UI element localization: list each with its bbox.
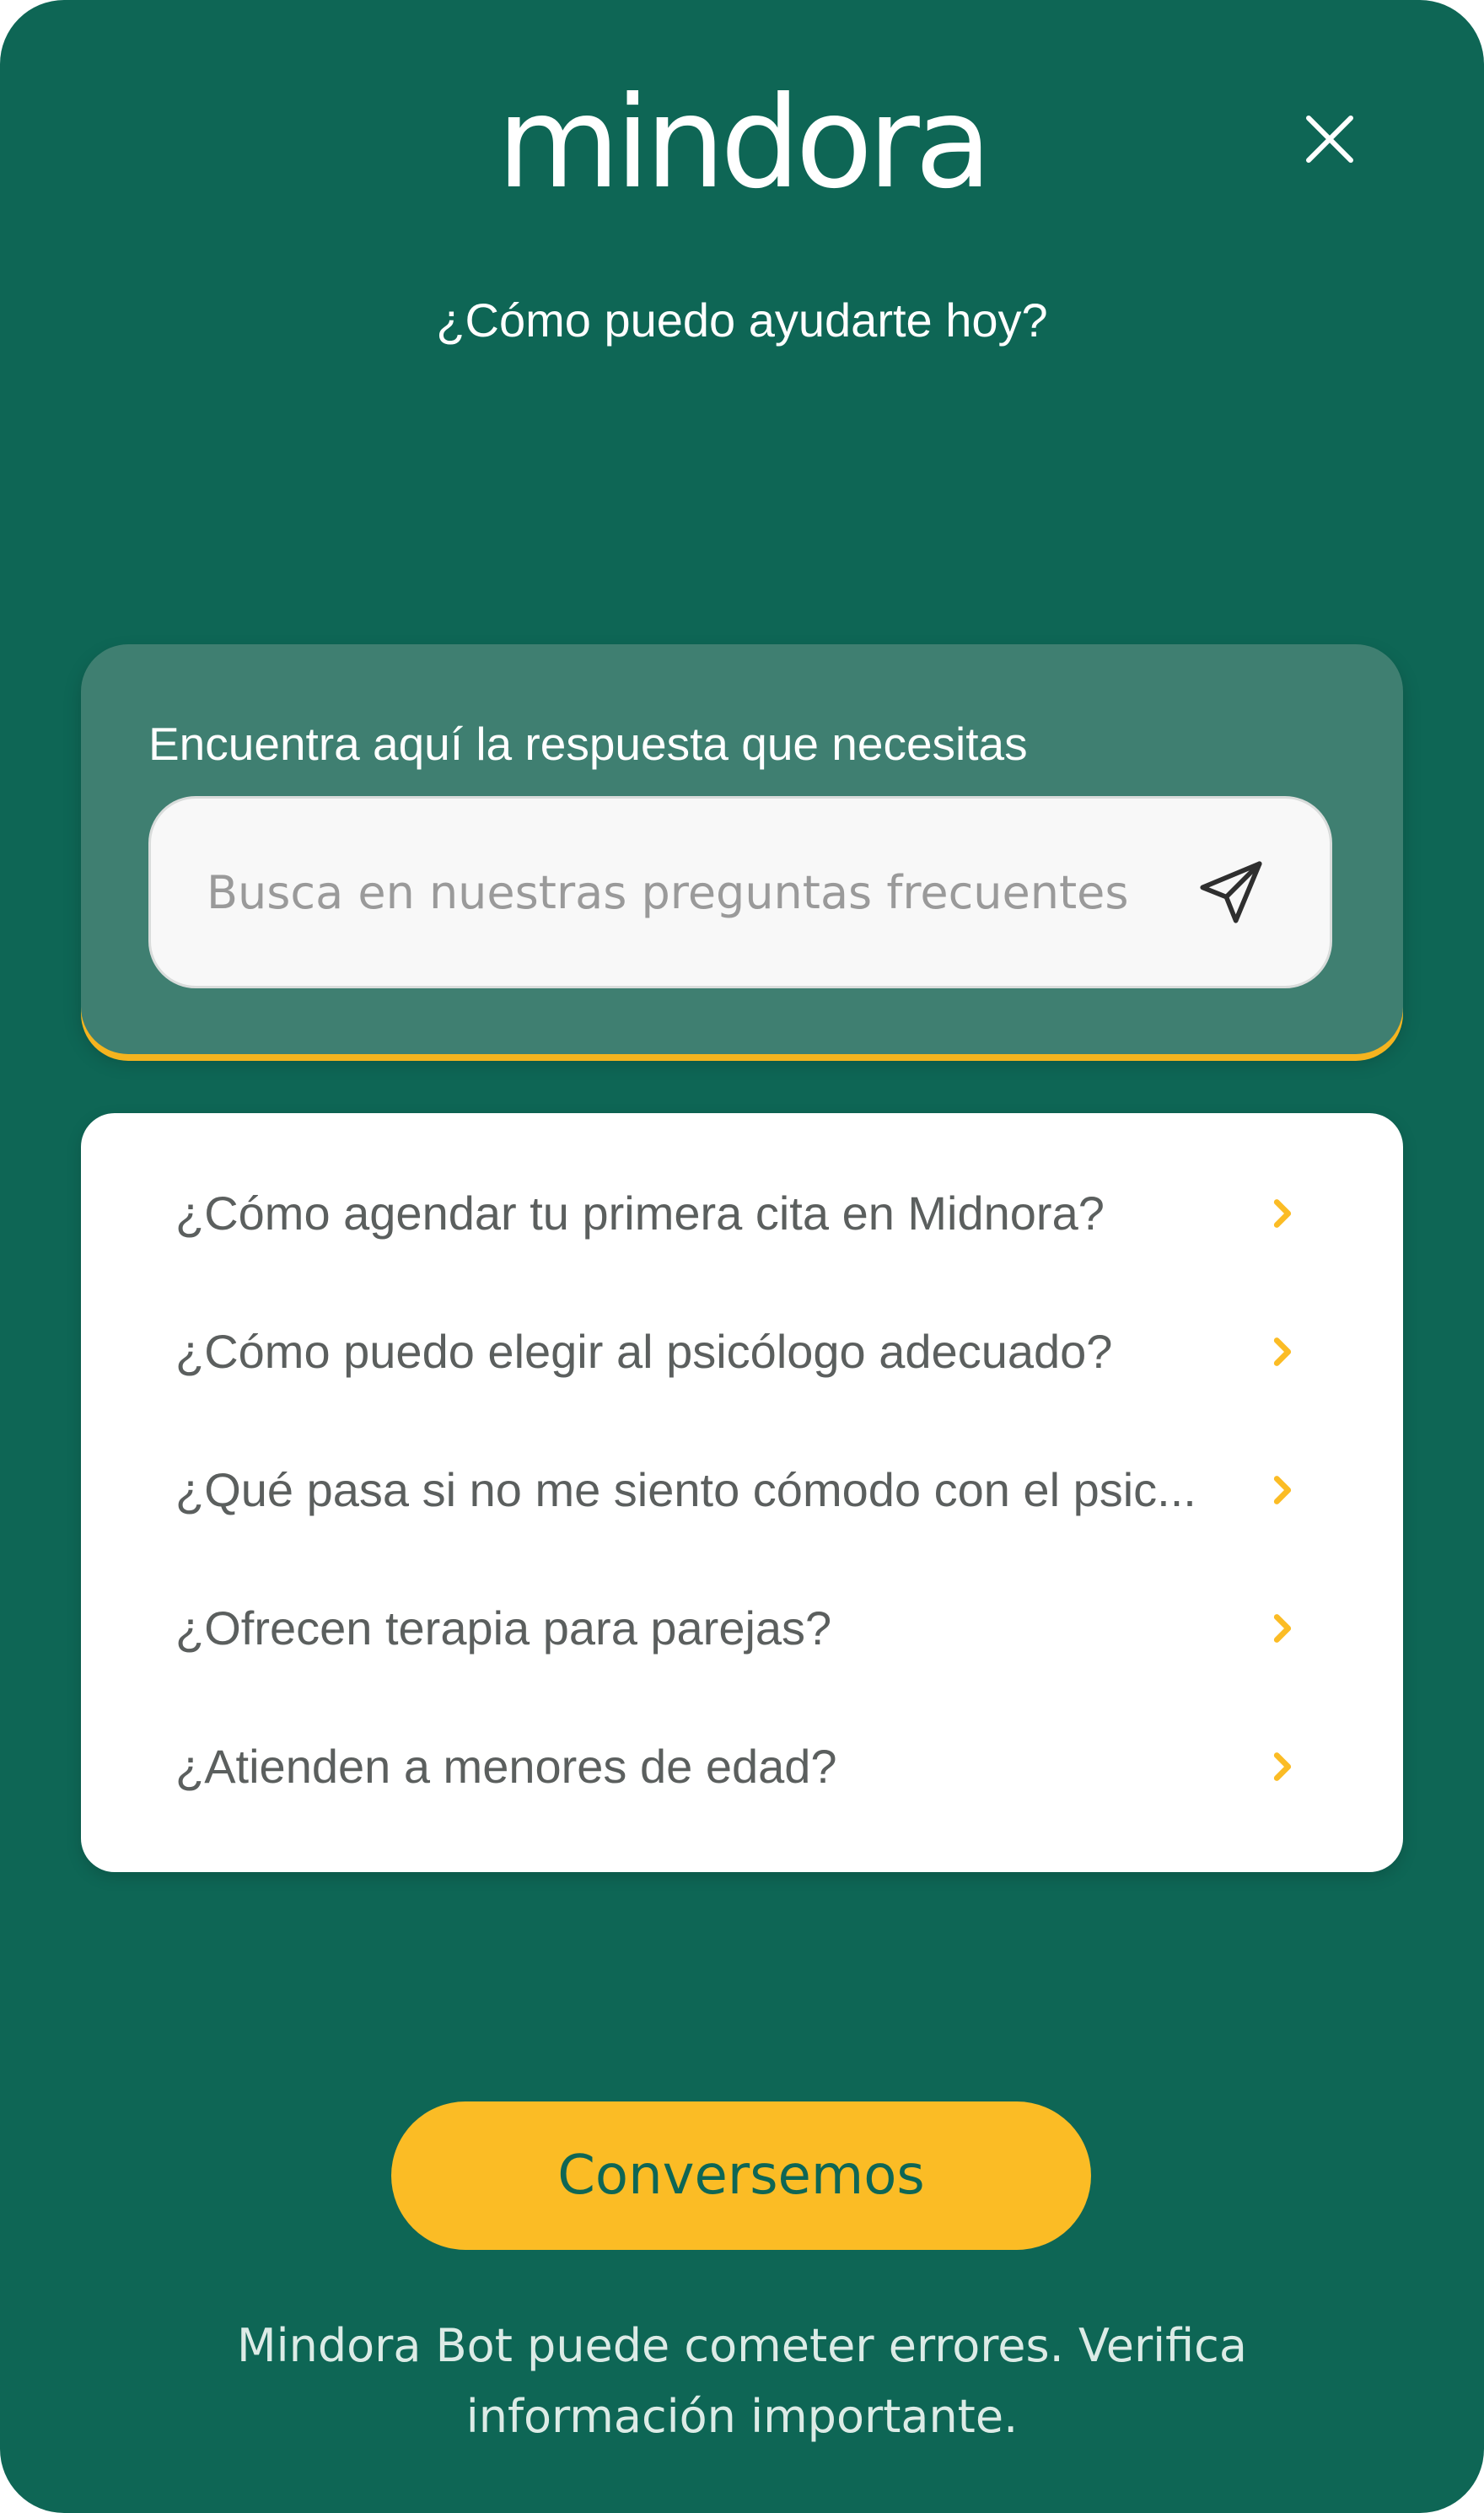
- chat-widget-panel: mindora ¿Cómo puedo ayudarte hoy? Encuen…: [0, 0, 1484, 2513]
- send-icon: [1200, 861, 1262, 923]
- close-button[interactable]: [1292, 101, 1368, 177]
- send-button[interactable]: [1193, 854, 1269, 930]
- faq-item[interactable]: ¿Ofrecen terapia para parejas?: [81, 1565, 1403, 1692]
- faq-item[interactable]: ¿Qué pasa si no me siento cómodo con el …: [81, 1427, 1403, 1553]
- faq-item[interactable]: ¿Cómo puedo elegir al psicólogo adecuado…: [81, 1289, 1403, 1415]
- search-card: Encuentra aquí la respuesta que necesita…: [81, 644, 1403, 1054]
- search-card-title: Encuentra aquí la respuesta que necesita…: [148, 718, 1028, 770]
- logo-wordmark: mindora: [497, 70, 992, 217]
- conversemos-button[interactable]: Conversemos: [391, 2101, 1091, 2250]
- faq-item-label: ¿Atienden a menores de edad?: [175, 1740, 837, 1793]
- faq-item-label: ¿Qué pasa si no me siento cómodo con el …: [175, 1463, 1196, 1516]
- chevron-right-icon: [1273, 1337, 1292, 1366]
- faq-item-label: ¿Cómo puedo elegir al psicólogo adecuado…: [175, 1325, 1113, 1378]
- chevron-right-icon: [1273, 1476, 1292, 1504]
- chevron-right-icon: [1273, 1199, 1292, 1228]
- faq-item-label: ¿Cómo agendar tu primera cita en Midnora…: [175, 1187, 1105, 1240]
- faq-item[interactable]: ¿Cómo agendar tu primera cita en Midnora…: [81, 1150, 1403, 1277]
- search-field: [148, 796, 1332, 988]
- faq-item[interactable]: ¿Atienden a menores de edad?: [81, 1703, 1403, 1830]
- faq-item-label: ¿Ofrecen terapia para parejas?: [175, 1601, 832, 1655]
- greeting-text: ¿Cómo puedo ayudarte hoy?: [436, 293, 1048, 347]
- disclaimer-text: Mindora Bot puede cometer errores. Verif…: [237, 2319, 1247, 2443]
- search-input[interactable]: [207, 799, 1176, 986]
- chevron-right-icon: [1273, 1752, 1292, 1781]
- chevron-right-icon: [1273, 1614, 1292, 1643]
- mindora-logo: mindora: [472, 76, 1012, 211]
- close-icon: [1306, 116, 1353, 163]
- faq-list: ¿Cómo agendar tu primera cita en Midnora…: [81, 1113, 1403, 1872]
